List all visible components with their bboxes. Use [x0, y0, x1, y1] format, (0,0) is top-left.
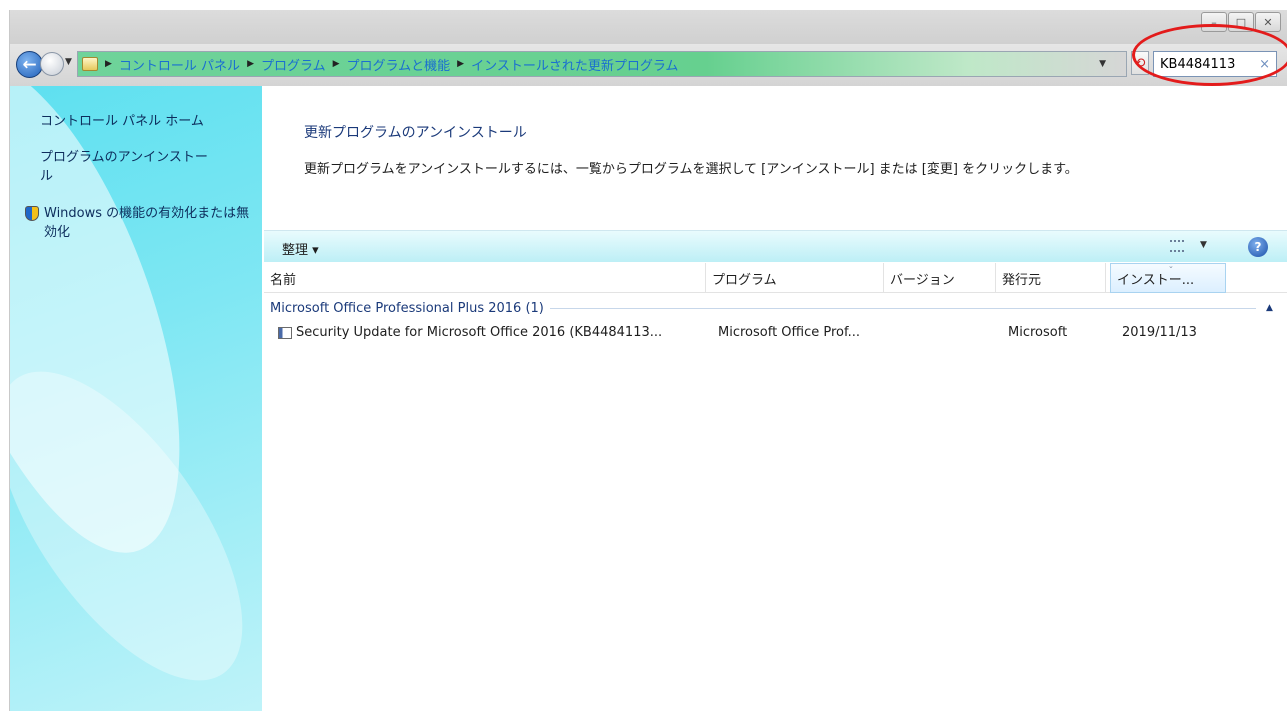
group-divider: [549, 307, 1256, 309]
column-installed-label: インストー...: [1117, 272, 1195, 288]
cell-publisher: Microsoft: [1008, 325, 1068, 340]
column-name[interactable]: 名前: [264, 263, 706, 293]
main-content: 更新プログラムのアンインストール 更新プログラムをアンインストールするには、一覧…: [262, 86, 1287, 711]
history-dropdown-icon[interactable]: ▼: [65, 57, 72, 67]
forward-arrow-icon[interactable]: [40, 52, 64, 76]
chevron-right-icon[interactable]: ▶: [333, 59, 340, 69]
column-headers: 名前 プログラム バージョン 発行元 ⌄ インストー...: [264, 262, 1287, 293]
address-row: ← ▼ ▶ コントロール パネル ▶ プログラム ▶ プログラムと機能 ▶ イン…: [10, 44, 1287, 86]
window: – □ ✕ ← ▼ ▶ コントロール パネル ▶ プログラム ▶ プログラムと機…: [9, 10, 1287, 711]
chevron-up-icon[interactable]: ▲: [1266, 303, 1280, 313]
table-row[interactable]: Security Update for Microsoft Office 201…: [264, 322, 1287, 344]
page-description: 更新プログラムをアンインストールするには、一覧からプログラムを選択して [アンイ…: [304, 162, 1078, 177]
sidebar-item-uninstall[interactable]: プログラムのアンインストール: [40, 148, 218, 186]
view-icon[interactable]: [1170, 240, 1184, 252]
sidebar: コントロール パネル ホーム プログラムのアンインストール Windows の機…: [10, 86, 262, 711]
shield-icon: [25, 206, 39, 221]
folder-icon: [82, 57, 98, 71]
organize-button[interactable]: 整理 ▾: [282, 239, 319, 258]
sort-indicator-icon: ⌄: [1168, 262, 1174, 270]
toolbar: 整理 ▾ ▼ ?: [264, 230, 1287, 262]
breadcrumb-programs-features[interactable]: プログラムと機能: [347, 55, 451, 74]
chevron-right-icon[interactable]: ▶: [457, 59, 464, 69]
back-arrow-icon[interactable]: ←: [16, 51, 43, 78]
breadcrumb-programs[interactable]: プログラム: [261, 55, 326, 74]
cell-program: Microsoft Office Prof...: [718, 325, 861, 340]
sidebar-item-windows-features[interactable]: Windows の機能の有効化または無効化: [44, 204, 260, 242]
highlight-annotation: [1132, 24, 1287, 86]
breadcrumb-control-panel[interactable]: コントロール パネル: [119, 55, 240, 74]
column-installed-on[interactable]: ⌄ インストー...: [1110, 262, 1226, 293]
view-dropdown-icon[interactable]: ▼: [1200, 240, 1207, 250]
column-publisher[interactable]: 発行元: [996, 263, 1106, 293]
cell-installed-on: 2019/11/13: [1122, 325, 1197, 340]
breadcrumb[interactable]: ▶ コントロール パネル ▶ プログラム ▶ プログラムと機能 ▶ インストール…: [77, 51, 1127, 77]
sidebar-item-home[interactable]: コントロール パネル ホーム: [40, 112, 204, 131]
title-bar: – □ ✕: [10, 10, 1287, 44]
help-icon[interactable]: ?: [1248, 237, 1268, 257]
column-version[interactable]: バージョン: [884, 263, 996, 293]
group-header[interactable]: Microsoft Office Professional Plus 2016 …: [264, 298, 1287, 318]
cell-name: Security Update for Microsoft Office 201…: [296, 325, 663, 340]
group-label: Microsoft Office Professional Plus 2016 …: [270, 300, 544, 316]
chevron-right-icon[interactable]: ▶: [247, 59, 254, 69]
update-icon: [278, 327, 292, 339]
page-title: 更新プログラムのアンインストール: [304, 125, 527, 141]
breadcrumb-installed-updates[interactable]: インストールされた更新プログラム: [471, 55, 678, 74]
column-program[interactable]: プログラム: [706, 263, 884, 293]
address-dropdown-icon[interactable]: ▼: [1099, 59, 1106, 69]
chevron-right-icon[interactable]: ▶: [105, 59, 112, 69]
